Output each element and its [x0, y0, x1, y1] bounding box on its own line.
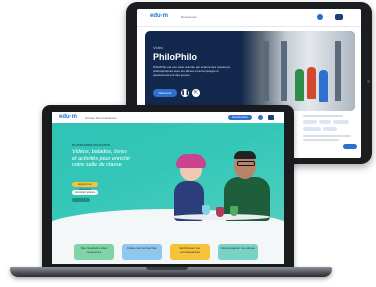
- student-hat: [176, 154, 206, 168]
- tablet-hero-photo: [241, 31, 355, 111]
- tablet-discover-button[interactable]: Découvrir: [153, 89, 177, 97]
- pause-icon[interactable]: ❚❚: [181, 89, 189, 97]
- laptop-hero-banner: PLATEFORME ÉDUCATIVE Vidéos, balados, li…: [52, 123, 284, 249]
- shelf-shape: [335, 41, 341, 101]
- free-signup-button[interactable]: Inscription gratuite: [72, 190, 98, 195]
- student-figure: [307, 67, 316, 99]
- tablet-menu-icon[interactable]: [335, 14, 343, 20]
- tablet-hero-tag: Vidéo: [153, 45, 164, 50]
- flask-icon: [216, 207, 224, 217]
- user-icon[interactable]: [258, 115, 263, 120]
- hero-title: Vidéos, balados, livres et activités pou…: [72, 149, 131, 168]
- explore-resources-button[interactable]: Explorer les ressources: [72, 182, 98, 191]
- tablet-user-icon[interactable]: [317, 14, 323, 20]
- menu-icon[interactable]: [268, 115, 274, 120]
- shelf-shape: [281, 41, 287, 101]
- flask-icon: [202, 205, 210, 215]
- laptop-logo[interactable]: edu·m: [59, 114, 77, 120]
- text-line: [303, 115, 343, 117]
- tablet-hero-title: PhiloPhilo: [153, 52, 197, 62]
- laptop-notch: [146, 267, 188, 270]
- tablet-side-button[interactable]: [343, 144, 357, 149]
- teacher-hair: [234, 151, 256, 159]
- feature-card[interactable]: Enrichissez vos connaissances: [170, 244, 210, 260]
- feature-card[interactable]: Des résultats et des ressources: [74, 244, 114, 260]
- feature-card[interactable]: Accompagnez vos élèves: [218, 244, 258, 260]
- student-figure: [295, 69, 304, 101]
- tag-chip[interactable]: [303, 127, 321, 131]
- text-line: [303, 135, 351, 137]
- tablet-hero-description: PhiloPhilo est une série animée qui expl…: [153, 65, 230, 77]
- feature-card[interactable]: Faites des recherches: [122, 244, 162, 260]
- flask-icon: [230, 206, 238, 216]
- tag-chip[interactable]: [333, 120, 349, 124]
- tablet-camera: [367, 80, 370, 83]
- laptop-screen: edu·m Accueil Nos ressources Rechercher …: [52, 112, 284, 264]
- hero-badge: [72, 198, 90, 202]
- tag-chip[interactable]: [319, 120, 331, 124]
- tag-chip[interactable]: [303, 120, 317, 124]
- tablet-logo[interactable]: edu·m: [150, 13, 168, 19]
- search-button[interactable]: Rechercher: [228, 115, 252, 120]
- nav-item-home[interactable]: Accueil: [85, 116, 95, 120]
- shelf-shape: [263, 41, 269, 101]
- nav-item-resources[interactable]: Nos ressources: [96, 116, 117, 120]
- hero-tag: PLATEFORME ÉDUCATIVE: [72, 143, 111, 147]
- tag-chip[interactable]: [323, 127, 337, 131]
- text-line: [303, 139, 339, 141]
- glasses-icon: [237, 161, 255, 166]
- tag-row: [303, 120, 359, 124]
- tablet-side-panel: [303, 115, 359, 155]
- tablet-hero-banner: Vidéo PhiloPhilo PhiloPhilo est une séri…: [145, 31, 355, 111]
- tablet-header: edu·m Ressources: [137, 9, 361, 27]
- share-icon[interactable]: ⇱: [192, 89, 200, 97]
- tag-row: [303, 127, 359, 131]
- tablet-nav-item[interactable]: Ressources: [181, 15, 197, 19]
- student-figure: [319, 70, 328, 102]
